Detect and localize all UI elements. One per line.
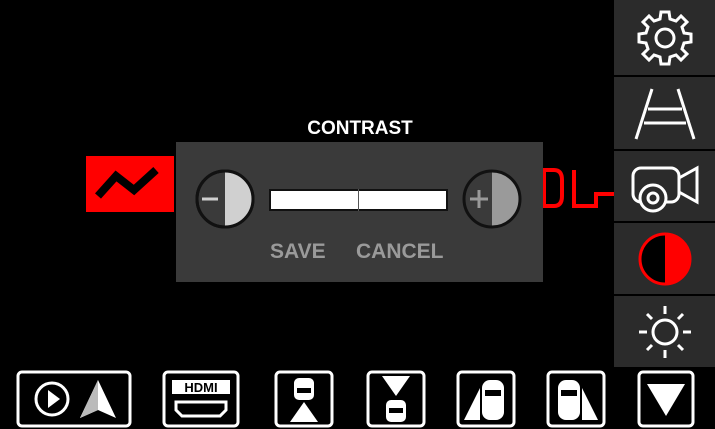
hdmi-label: HDMI: [184, 380, 217, 395]
brightness-icon: [638, 306, 691, 358]
contrast-icon: [638, 232, 691, 286]
parking-guidelines-button[interactable]: [614, 78, 715, 150]
right-side-camera-icon: [546, 370, 606, 428]
more-options-button[interactable]: [637, 370, 695, 428]
dialog-title: CONTRAST: [307, 118, 413, 139]
contrast-button[interactable]: [614, 223, 715, 295]
brightness-button[interactable]: [614, 296, 715, 368]
parking-guidelines-icon: [634, 88, 695, 140]
front-camera-view-button[interactable]: [274, 370, 334, 428]
left-side-camera-button[interactable]: [456, 370, 516, 428]
camera-settings-button[interactable]: [614, 151, 715, 223]
rear-camera-view-button[interactable]: [366, 370, 426, 428]
left-side-camera-icon: [456, 370, 516, 428]
brand-logo-right: [542, 168, 616, 208]
increase-contrast-button[interactable]: [460, 168, 524, 230]
carplay-android-auto-button[interactable]: [16, 370, 132, 428]
cancel-button[interactable]: CANCEL: [356, 240, 444, 264]
decrease-contrast-button[interactable]: [194, 168, 256, 230]
down-arrow-icon: [637, 370, 695, 428]
hdmi-icon: HDMI: [162, 370, 240, 428]
hdmi-button[interactable]: HDMI: [162, 370, 240, 428]
front-camera-view-icon: [274, 370, 334, 428]
camera-settings-icon: [631, 165, 698, 213]
brand-logo-left: [86, 156, 174, 212]
settings-button[interactable]: [614, 2, 715, 74]
gear-icon: [637, 10, 692, 66]
right-side-camera-button[interactable]: [546, 370, 606, 428]
rear-camera-view-icon: [366, 370, 426, 428]
save-button[interactable]: SAVE: [270, 240, 326, 264]
right-sidebar: [614, 0, 715, 367]
contrast-slider[interactable]: [269, 189, 448, 211]
carplay-android-auto-icon: [16, 370, 132, 428]
